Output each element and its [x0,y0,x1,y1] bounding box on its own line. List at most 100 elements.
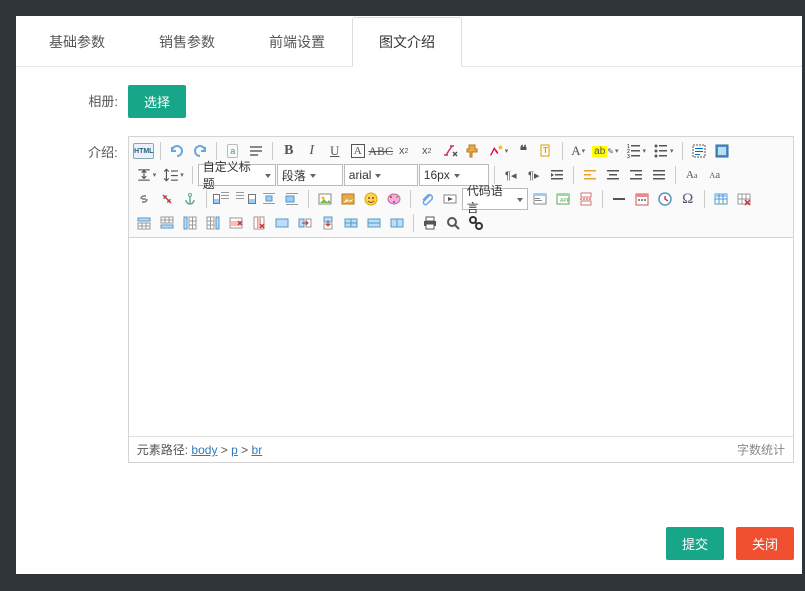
tab-basic-params[interactable]: 基础参数 [22,17,132,67]
rich-text-editor: HTML a B I U A ABC [128,136,794,463]
select-all-button[interactable] [688,140,710,162]
search-replace-button[interactable] [465,212,487,234]
img-none-button[interactable] [281,188,303,210]
insert-code-button[interactable] [529,188,551,210]
remove-format-button[interactable] [439,140,461,162]
horizontal-rule-button[interactable] [608,188,630,210]
font-color-button[interactable]: A▾ [568,140,588,162]
blockquote-button[interactable]: ❝ [512,140,534,162]
form-body: 相册: 选择 介绍: HTML [16,67,802,463]
split-to-rows-button[interactable] [363,212,385,234]
emoticon-button[interactable] [360,188,382,210]
insert-table-button[interactable] [710,188,732,210]
word-count-label[interactable]: 字数统计 [737,441,785,458]
redo-button[interactable] [189,140,211,162]
scrawl-button[interactable] [383,188,405,210]
path-p-link[interactable]: p [231,443,238,457]
close-button[interactable]: 关闭 [736,527,794,560]
insert-row-after-button[interactable] [156,212,178,234]
autotypeset-button[interactable] [245,140,267,162]
font-family-combo[interactable]: arial [344,164,418,186]
subscript-button[interactable]: x2 [416,140,438,162]
fullscreen-button[interactable] [711,140,733,162]
rtl-button[interactable]: ¶▸ [523,164,545,186]
custom-heading-combo[interactable]: 自定义标题 [198,164,276,186]
link-button[interactable] [133,188,155,210]
ordered-list-button[interactable]: 123▾ [623,140,650,162]
paragraph-combo[interactable]: 段落 [277,164,343,186]
simple-upload-button[interactable] [337,188,359,210]
tab-image-text-intro[interactable]: 图文介绍 [352,17,462,67]
underline-button[interactable]: U [324,140,346,162]
format-match-button[interactable]: a [222,140,244,162]
delete-table-button[interactable] [733,188,755,210]
unordered-list-button[interactable]: ▾ [650,140,677,162]
img-right-button[interactable] [235,188,257,210]
strikethrough-button[interactable]: ABC [370,140,392,162]
pagebreak-button[interactable] [575,188,597,210]
row-intro: 介绍: HTML a B [16,136,794,463]
source-button[interactable]: HTML [133,140,155,162]
superscript-button[interactable]: x2 [393,140,415,162]
split-to-cols-button[interactable] [386,212,408,234]
submit-button[interactable]: 提交 [666,527,724,560]
editor-status-bar: 元素路径: body > p > br 字数统计 [129,436,793,462]
webapp-button[interactable]: APP [552,188,574,210]
format-brush-button[interactable] [462,140,484,162]
pasteplain-button[interactable]: T [535,140,557,162]
code-lang-combo[interactable]: 代码语言 [462,188,528,210]
row-spacing-button[interactable]: ▾ [133,164,160,186]
svg-text:3: 3 [627,154,630,159]
print-button[interactable] [419,212,441,234]
insert-col-before-button[interactable] [179,212,201,234]
font-border-button[interactable]: A [347,140,369,162]
toolbar-row-4 [133,211,789,235]
unlink-button[interactable] [156,188,178,210]
img-left-button[interactable] [212,188,234,210]
merge-right-button[interactable] [294,212,316,234]
svg-text:APP: APP [560,198,571,204]
insert-row-before-button[interactable] [133,212,155,234]
editor-toolbar: HTML a B I U A ABC [129,137,793,238]
editor-content-area[interactable] [129,238,793,436]
back-color-button[interactable]: ab✎▾ [589,140,621,162]
justify-left-button[interactable] [579,164,601,186]
path-br-link[interactable]: br [252,443,263,457]
justify-center-button[interactable] [602,164,624,186]
attachment-button[interactable] [416,188,438,210]
date-button[interactable] [631,188,653,210]
time-button[interactable] [654,188,676,210]
delete-col-button[interactable] [248,212,270,234]
split-to-cells-button[interactable] [340,212,362,234]
indent-button[interactable] [546,164,568,186]
touppercase-button[interactable]: Aa [681,164,703,186]
img-center-button[interactable] [258,188,280,210]
merge-cells-button[interactable] [271,212,293,234]
tab-sales-params[interactable]: 销售参数 [132,17,242,67]
svg-text:T: T [543,146,548,155]
label-intro: 介绍: [16,136,128,161]
preview-button[interactable] [442,212,464,234]
row-album: 相册: 选择 [16,85,794,118]
undo-button[interactable] [166,140,188,162]
tab-frontend-settings[interactable]: 前端设置 [242,17,352,67]
anchor-button[interactable] [179,188,201,210]
italic-button[interactable]: I [301,140,323,162]
tolowercase-button[interactable]: Aa [704,164,726,186]
insert-col-after-button[interactable] [202,212,224,234]
justify-full-button[interactable] [648,164,670,186]
delete-row-button[interactable] [225,212,247,234]
select-album-button[interactable]: 选择 [128,85,186,118]
modal-panel: 基础参数 销售参数 前端设置 图文介绍 相册: 选择 介绍: HTML [16,16,802,574]
justify-right-button[interactable] [625,164,647,186]
toolbar-row-2: ▾ ▾ 自定义标题 段落 arial 16px ¶◂ ¶▸ [133,163,789,187]
merge-down-button[interactable] [317,212,339,234]
bold-button[interactable]: B [278,140,300,162]
ltr-button[interactable]: ¶◂ [500,164,522,186]
insert-video-button[interactable] [439,188,461,210]
path-body-link[interactable]: body [191,443,217,457]
special-char-button[interactable]: Ω [677,188,699,210]
insert-image-button[interactable] [314,188,336,210]
line-height-button[interactable]: ▾ [160,164,187,186]
autoformat-button[interactable]: ▾ [485,140,512,162]
